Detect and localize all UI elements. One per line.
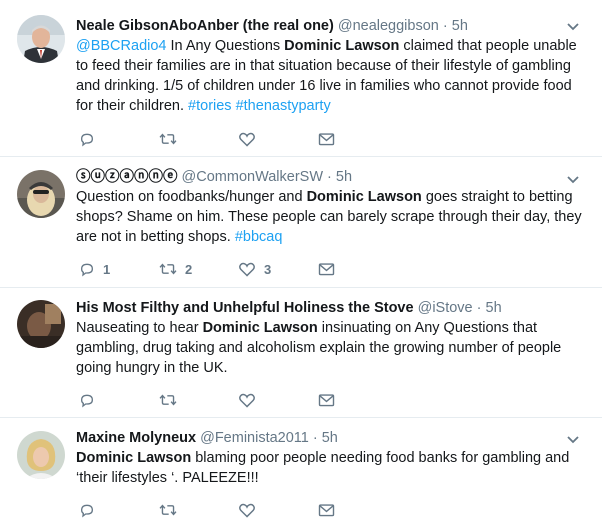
tweet-content: His Most Filthy and Unhelpful Holiness t…	[76, 298, 582, 378]
search-highlight: Dominic Lawson	[202, 320, 318, 336]
hashtag-link[interactable]: #tories	[188, 98, 232, 114]
tweet-timestamp[interactable]: 5h	[336, 169, 352, 185]
reply-icon	[80, 504, 94, 518]
author-name[interactable]: Maxine Molyneux	[76, 430, 196, 446]
tweet-header: Neale GibsonAboAnber (the real one) @nea…	[76, 16, 582, 36]
hashtag-link[interactable]: #thenastyparty	[236, 98, 331, 114]
avatar[interactable]	[17, 431, 65, 479]
tweet-text: Dominic Lawson blaming poor people needi…	[76, 448, 582, 488]
envelope-icon	[318, 133, 335, 146]
author-name[interactable]: Neale GibsonAboAnber (the real one)	[76, 18, 334, 34]
tweet-timeline: Neale GibsonAboAnber (the real one) @nea…	[0, 0, 602, 524]
author-handle[interactable]: @CommonWalkerSW	[182, 169, 323, 185]
like-count: 3	[264, 261, 272, 277]
retweet-button[interactable]	[159, 129, 185, 149]
tweet-header: His Most Filthy and Unhelpful Holiness t…	[76, 298, 582, 318]
avatar[interactable]	[17, 170, 65, 218]
envelope-icon	[318, 263, 335, 276]
message-button[interactable]	[318, 259, 335, 279]
text-segment: Nauseating to hear	[76, 320, 203, 336]
text-segment: In Any Questions	[166, 38, 285, 54]
tweet-text: @BBCRadio4 In Any Questions Dominic Laws…	[76, 36, 582, 116]
avatar[interactable]	[17, 15, 65, 63]
reply-button[interactable]	[79, 500, 103, 520]
retweet-count: 2	[185, 261, 193, 277]
retweet-button[interactable]	[159, 500, 185, 520]
author-handle[interactable]: @Feminista2011	[200, 430, 309, 446]
retweet-icon	[159, 133, 177, 145]
envelope-icon	[318, 504, 335, 517]
tweet-timestamp[interactable]: 5h	[322, 430, 338, 446]
reply-icon	[80, 263, 94, 277]
separator-dot: ·	[472, 300, 486, 316]
chevron-down-icon[interactable]	[566, 175, 580, 185]
separator-dot: ·	[438, 18, 452, 34]
like-button[interactable]: 3	[238, 259, 271, 279]
reply-icon	[80, 133, 94, 147]
separator-dot: ·	[323, 169, 336, 185]
message-button[interactable]	[318, 500, 335, 520]
retweet-icon	[159, 394, 177, 406]
reply-button[interactable]: 1	[79, 259, 110, 279]
avatar[interactable]	[17, 300, 65, 348]
message-button[interactable]	[318, 390, 335, 410]
heart-icon	[239, 393, 255, 408]
tweet-content: Maxine Molyneux @Feminista2011 · 5h Domi…	[76, 428, 582, 488]
reply-button[interactable]	[79, 390, 103, 410]
chevron-down-icon[interactable]	[566, 22, 580, 32]
separator-dot: ·	[308, 430, 322, 446]
heart-icon	[239, 132, 255, 147]
tweet-header: ⓢⓤⓩⓐⓝⓝⓔ @CommonWalkerSW · 5h	[76, 167, 582, 187]
author-handle[interactable]: @iStove	[418, 300, 473, 316]
like-button[interactable]	[238, 500, 264, 520]
heart-icon	[239, 503, 255, 518]
tweet-text: Nauseating to hear Dominic Lawson insinu…	[76, 318, 582, 378]
chevron-down-icon[interactable]	[566, 435, 580, 445]
retweet-button[interactable]	[159, 390, 185, 410]
tweet-timestamp[interactable]: 5h	[486, 300, 502, 316]
envelope-icon	[318, 394, 335, 407]
like-button[interactable]	[238, 129, 264, 149]
retweet-icon	[159, 263, 177, 275]
reply-button[interactable]	[79, 129, 103, 149]
heart-icon	[239, 262, 255, 277]
author-handle[interactable]: @nealeggibson	[338, 18, 439, 34]
search-highlight: Dominic Lawson	[284, 38, 400, 54]
text-segment: Question on foodbanks/hunger and	[76, 189, 307, 205]
author-name[interactable]: His Most Filthy and Unhelpful Holiness t…	[76, 300, 414, 316]
tweet-content: ⓢⓤⓩⓐⓝⓝⓔ @CommonWalkerSW · 5h Question on…	[76, 167, 582, 247]
retweet-icon	[159, 504, 177, 516]
tweet[interactable]: ⓢⓤⓩⓐⓝⓝⓔ @CommonWalkerSW · 5h Question on…	[0, 157, 602, 288]
message-button[interactable]	[318, 129, 335, 149]
tweet[interactable]: Neale GibsonAboAnber (the real one) @nea…	[0, 0, 602, 157]
tweet[interactable]: His Most Filthy and Unhelpful Holiness t…	[0, 288, 602, 418]
author-name[interactable]: ⓢⓤⓩⓐⓝⓝⓔ	[76, 169, 178, 185]
reply-count: 1	[103, 261, 111, 277]
hashtag-link[interactable]: @BBCRadio4	[76, 38, 166, 54]
tweet-header: Maxine Molyneux @Feminista2011 · 5h	[76, 428, 582, 448]
search-highlight: Dominic Lawson	[306, 189, 422, 205]
hashtag-link[interactable]: #bbcaq	[235, 229, 283, 245]
like-button[interactable]	[238, 390, 264, 410]
tweet-text: Question on foodbanks/hunger and Dominic…	[76, 187, 582, 247]
tweet[interactable]: Maxine Molyneux @Feminista2011 · 5h Domi…	[0, 418, 602, 524]
reply-icon	[80, 394, 94, 408]
tweet-content: Neale GibsonAboAnber (the real one) @nea…	[76, 16, 582, 116]
tweet-timestamp[interactable]: 5h	[452, 18, 468, 34]
search-highlight: Dominic Lawson	[76, 450, 192, 466]
retweet-button[interactable]: 2	[159, 259, 192, 279]
